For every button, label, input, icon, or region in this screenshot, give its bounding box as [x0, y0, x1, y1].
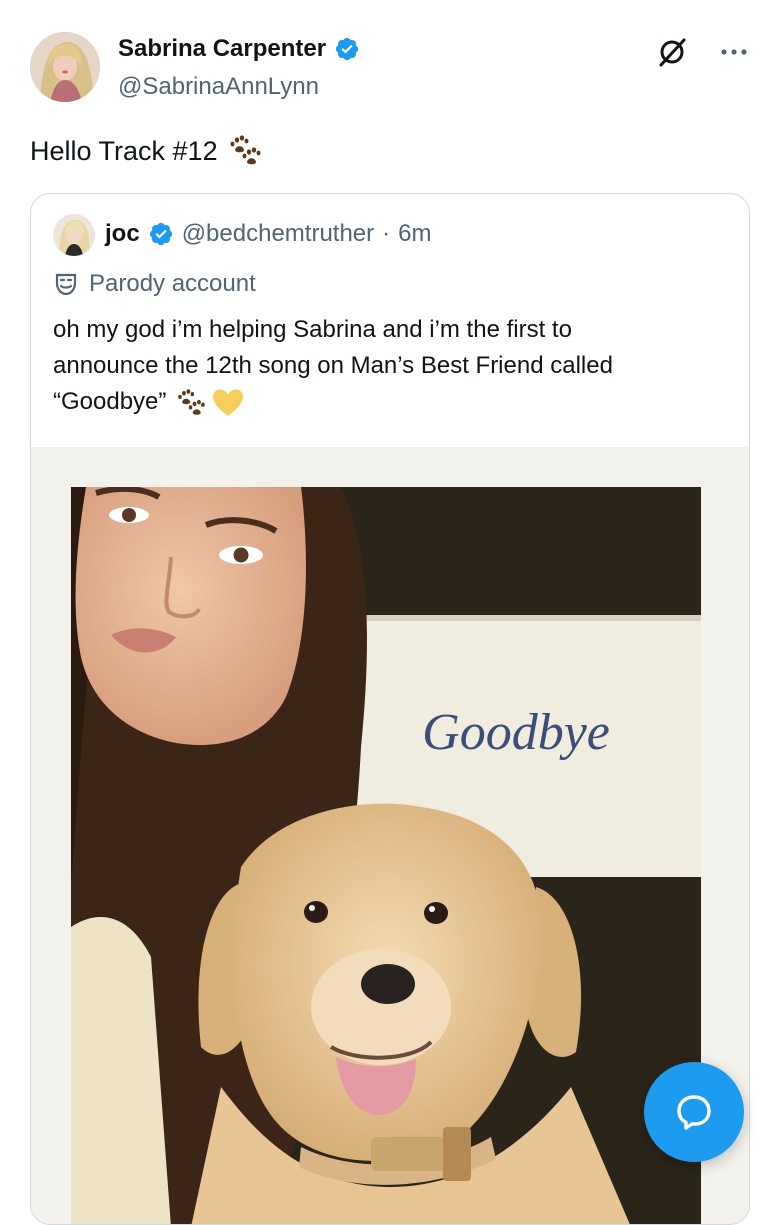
parody-label-text: Parody account: [89, 270, 256, 297]
quoted-text-line-last: “Goodbye”: [53, 384, 733, 420]
more-options-icon[interactable]: [712, 30, 756, 74]
author-name[interactable]: Sabrina Carpenter: [118, 34, 326, 64]
author-handle[interactable]: @SabrinaAnnLynn: [118, 72, 319, 102]
speech-bubble-icon: [677, 1095, 711, 1130]
quoted-text-line-content: “Goodbye”: [53, 388, 167, 415]
header-separator: ·: [382, 220, 391, 247]
post: Sabrina Carpenter @SabrinaAnnLynn Hello …: [0, 0, 778, 1225]
verified-badge-icon: [149, 222, 172, 246]
yellow-heart-icon: [213, 389, 244, 416]
parody-mask-icon: [55, 273, 77, 296]
reply-fab-button[interactable]: [644, 1062, 744, 1162]
paw-prints-icon: [178, 388, 206, 415]
quoted-post-time[interactable]: 6m: [398, 218, 431, 250]
quoted-post-header: joc @bedchemtruther · 6m: [105, 218, 432, 250]
author-name-row[interactable]: Sabrina Carpenter: [118, 34, 360, 64]
quoted-text-line: announce the 12th song on Man’s Best Fri…: [53, 352, 613, 379]
quoted-post-image[interactable]: Goodbye: [31, 447, 749, 1224]
polaroid-photo: Goodbye: [71, 487, 701, 1224]
grok-icon[interactable]: [650, 30, 694, 74]
quoted-author-name[interactable]: joc: [105, 218, 140, 250]
quoted-text-line: oh my god i’m helping Sabrina and i’m th…: [53, 316, 572, 343]
paw-prints-icon: [230, 135, 261, 165]
quoted-text-emojis: [176, 388, 244, 418]
verified-badge-icon: [335, 37, 359, 61]
sign-text: Goodbye: [422, 704, 610, 761]
quoted-post-text: oh my god i’m helping Sabrina and i’m th…: [53, 312, 733, 420]
post-text: Hello Track #12: [30, 134, 262, 168]
post-text-content: Hello Track #12: [30, 136, 218, 166]
quoted-author-handle[interactable]: @bedchemtruther: [182, 218, 374, 250]
author-avatar[interactable]: [30, 32, 100, 102]
quoted-author-avatar[interactable]: [53, 214, 95, 256]
parody-account-label[interactable]: Parody account: [53, 268, 256, 300]
quoted-post-card[interactable]: joc @bedchemtruther · 6m Parody account …: [30, 193, 750, 1225]
